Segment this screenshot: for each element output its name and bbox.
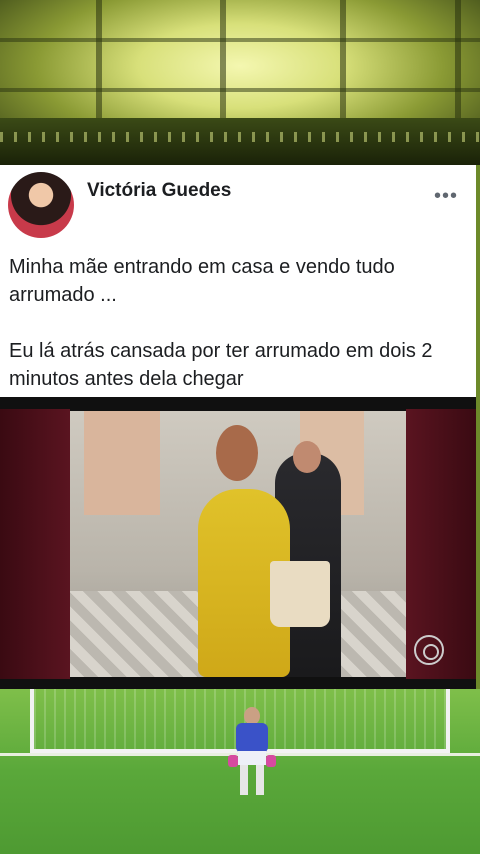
goalkeeper-figure (228, 707, 276, 799)
handbag (270, 561, 330, 627)
post-author-name[interactable]: Victória Guedes (87, 180, 231, 202)
keeper-glove (266, 755, 276, 767)
soccer-field-background (0, 689, 480, 854)
globo-logo-icon (414, 635, 444, 665)
stadium-roof-background (0, 0, 480, 165)
author-avatar[interactable] (8, 172, 74, 238)
roof-ring (0, 88, 480, 92)
keeper-leg (240, 765, 248, 795)
curtain-right (406, 409, 476, 679)
keeper-leg (256, 765, 264, 795)
video-scene (70, 411, 406, 677)
more-options-icon[interactable]: ••• (434, 185, 458, 208)
post-video-frame[interactable] (0, 397, 476, 689)
keeper-shorts (238, 751, 266, 765)
stadium-lights (0, 132, 480, 142)
woman-head (216, 425, 258, 481)
keeper-jersey (236, 723, 268, 753)
post-text-line: Minha mãe entrando em casa e vendo tudo … (9, 256, 395, 306)
man-head (293, 441, 321, 473)
curtain-left (0, 409, 70, 679)
keeper-glove (228, 755, 238, 767)
post-text: Minha mãe entrando em casa e vendo tudo … (9, 253, 469, 393)
post-text-line: Eu lá atrás cansada por ter arrumado em … (9, 340, 433, 390)
social-post-card: Victória Guedes ••• Minha mãe entrando e… (0, 165, 476, 397)
roof-ring (0, 38, 480, 42)
graffiti-pillar (84, 411, 160, 515)
